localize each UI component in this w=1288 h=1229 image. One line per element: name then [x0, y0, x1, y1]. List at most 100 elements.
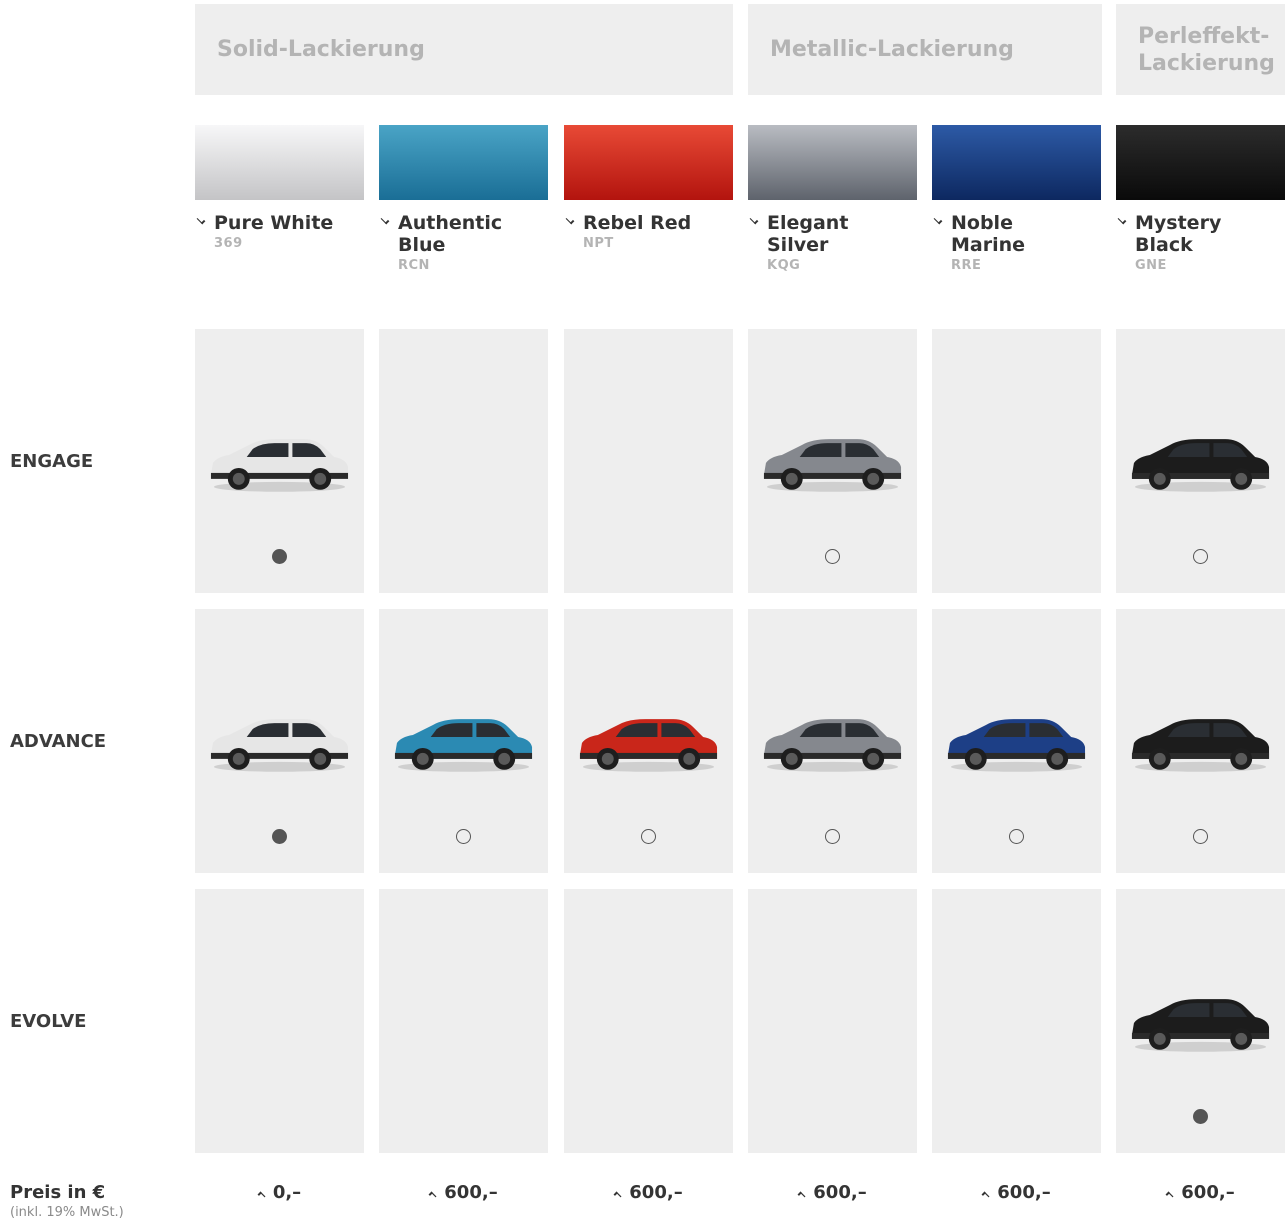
color-name[interactable]: Elegant Silver: [748, 212, 908, 256]
category-label: Solid-Lackierung: [217, 37, 425, 62]
price-value: 600,–: [564, 1182, 733, 1203]
chevron-down-icon: [1117, 215, 1127, 225]
chevron-down-icon: [933, 215, 943, 225]
color-radio[interactable]: [1193, 829, 1208, 844]
row-label-engage: ENGAGE: [10, 451, 94, 472]
color-swatch[interactable]: [932, 125, 1101, 200]
color-label[interactable]: Elegant Silver KQG: [748, 212, 908, 273]
color-radio[interactable]: [641, 829, 656, 844]
color-name[interactable]: Rebel Red: [564, 212, 724, 234]
color-name[interactable]: Noble Marine: [932, 212, 1092, 256]
color-swatch[interactable]: [1116, 125, 1285, 200]
color-label[interactable]: Mystery Black GNE: [1116, 212, 1276, 273]
color-label[interactable]: Rebel Red NPT: [564, 212, 724, 251]
car-icon: [1131, 719, 1270, 772]
car-image: [389, 705, 538, 777]
price-text: 0,–: [272, 1182, 302, 1203]
grid-cell[interactable]: [1116, 609, 1285, 873]
grid-cell[interactable]: [748, 329, 917, 593]
chevron-down-icon: [380, 215, 390, 225]
car-image: [1126, 705, 1275, 777]
color-code: KQG: [767, 258, 801, 273]
row-label-advance: ADVANCE: [10, 731, 107, 752]
grid-cell[interactable]: [1116, 329, 1285, 593]
color-code: GNE: [1135, 258, 1167, 273]
price-value: 600,–: [748, 1182, 917, 1203]
grid-cell[interactable]: [564, 609, 733, 873]
color-radio[interactable]: [1193, 1109, 1208, 1124]
car-icon: [1131, 999, 1270, 1052]
color-name-text: Noble Marine: [951, 212, 1026, 256]
color-code: RCN: [398, 258, 430, 273]
color-name-text: Mystery Black: [1135, 212, 1222, 256]
car-icon: [763, 439, 902, 492]
car-image: [205, 425, 354, 497]
category-label: Metallic-Lackierung: [770, 37, 1014, 62]
car-image: [1126, 425, 1275, 497]
color-name[interactable]: Pure White: [195, 212, 355, 234]
chevron-down-icon: [565, 215, 575, 225]
car-icon: [579, 719, 718, 772]
grid-cell: [195, 889, 364, 1153]
color-code: 369: [214, 236, 243, 251]
color-radio[interactable]: [825, 829, 840, 844]
color-name-text: Authentic Blue: [398, 212, 503, 256]
color-name-text: Elegant Silver: [767, 212, 849, 256]
category-label: Perleffekt-Lackierung: [1138, 23, 1275, 76]
price-text: 600,–: [1181, 1182, 1235, 1203]
chevron-down-icon: [749, 215, 759, 225]
color-swatch[interactable]: [564, 125, 733, 200]
price-vat-note: (inkl. 19% MwSt.): [10, 1205, 124, 1220]
color-label[interactable]: Noble Marine RRE: [932, 212, 1092, 273]
grid-cell: [379, 889, 548, 1153]
price-value: 600,–: [932, 1182, 1101, 1203]
grid-cell[interactable]: [195, 609, 364, 873]
caret-up-icon: [1165, 1191, 1174, 1200]
category-pearl: Perleffekt-Lackierung: [1116, 4, 1285, 95]
car-image: [205, 705, 354, 777]
price-text: 600,–: [997, 1182, 1051, 1203]
grid-cell: [932, 889, 1101, 1153]
color-radio[interactable]: [1193, 549, 1208, 564]
car-icon: [1131, 439, 1270, 492]
grid-cell[interactable]: [1116, 889, 1285, 1153]
grid-cell: [748, 889, 917, 1153]
category-solid: Solid-Lackierung: [195, 4, 733, 95]
price-text: 600,–: [629, 1182, 683, 1203]
caret-up-icon: [613, 1191, 622, 1200]
car-image: [942, 705, 1091, 777]
grid-cell[interactable]: [932, 609, 1101, 873]
price-label: Preis in € (inkl. 19% MwSt.): [10, 1182, 124, 1220]
color-radio[interactable]: [825, 549, 840, 564]
row-label-evolve: EVOLVE: [10, 1011, 87, 1032]
color-label[interactable]: Pure White 369: [195, 212, 355, 251]
grid-cell[interactable]: [379, 609, 548, 873]
grid-cell[interactable]: [748, 609, 917, 873]
color-radio[interactable]: [272, 549, 287, 564]
chevron-down-icon: [196, 215, 206, 225]
color-swatch[interactable]: [748, 125, 917, 200]
color-label[interactable]: Authentic Blue RCN: [379, 212, 539, 273]
price-value: 600,–: [1116, 1182, 1285, 1203]
color-code: RRE: [951, 258, 982, 273]
price-value: 600,–: [379, 1182, 548, 1203]
grid-cell[interactable]: [195, 329, 364, 593]
color-radio[interactable]: [1009, 829, 1024, 844]
car-icon: [763, 719, 902, 772]
color-name[interactable]: Authentic Blue: [379, 212, 539, 256]
color-name[interactable]: Mystery Black: [1116, 212, 1276, 256]
color-swatch[interactable]: [379, 125, 548, 200]
color-radio[interactable]: [456, 829, 471, 844]
grid-cell: [564, 329, 733, 593]
price-value: 0,–: [195, 1182, 364, 1203]
car-icon: [210, 439, 349, 492]
caret-up-icon: [257, 1191, 266, 1200]
car-image: [1126, 985, 1275, 1057]
color-swatch[interactable]: [195, 125, 364, 200]
price-text: 600,–: [444, 1182, 498, 1203]
color-radio[interactable]: [272, 829, 287, 844]
color-name-text: Pure White: [214, 212, 334, 234]
grid-cell: [932, 329, 1101, 593]
color-name-text: Rebel Red: [583, 212, 692, 234]
car-image: [758, 425, 907, 497]
